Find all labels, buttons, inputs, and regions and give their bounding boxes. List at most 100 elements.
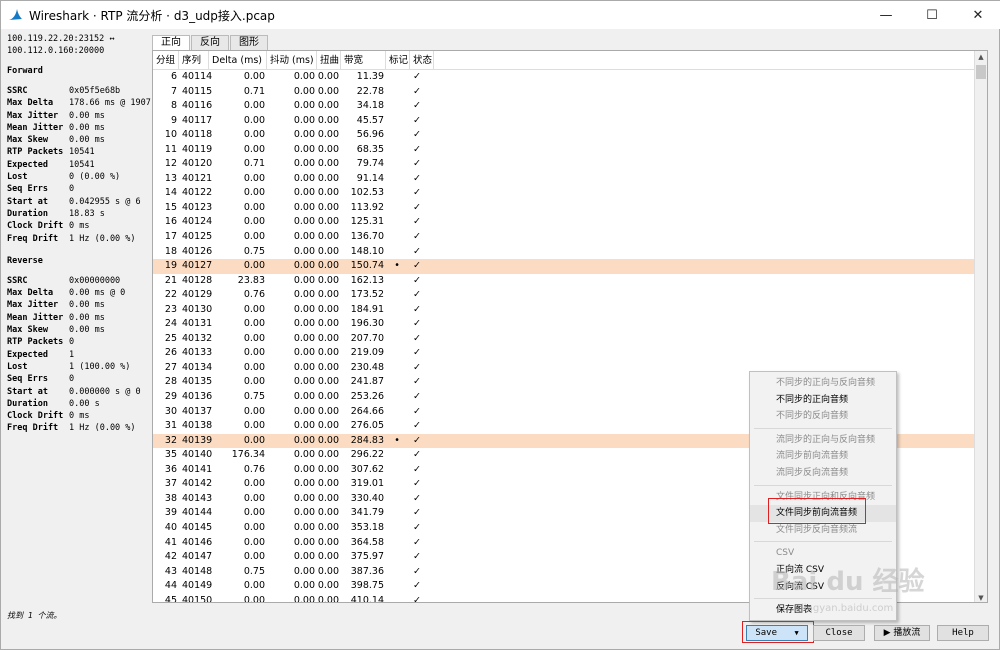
title-bar: Wireshark · RTP 流分析 · d3_udp接入.pcap — ☐ … [1,1,1000,29]
table-row[interactable]: 10 40118 0.00 0.00 0.00 56.96 ✓ [153,128,975,143]
cell-status: ✓ [413,347,421,359]
stat-key: Seq Errs [7,374,48,385]
stat-row: Start at 0.042955 s @ 6 [7,196,152,208]
table-row[interactable]: 6 40114 0.00 0.00 0.00 11.39 ✓ [153,70,975,85]
cell-packet: 17 [164,231,177,243]
table-row[interactable]: 13 40121 0.00 0.00 0.00 91.14 ✓ [153,172,975,187]
table-row[interactable]: 12 40120 0.71 0.00 0.00 79.74 ✓ [153,157,975,172]
table-row[interactable]: 16 40124 0.00 0.00 0.00 125.31 ✓ [153,215,975,230]
cell-bandwidth: 319.01 [350,478,384,490]
tab-forward[interactable]: 正向 [152,35,190,51]
stat-row: SSRC 0x05f5e68b [7,85,152,97]
close-button[interactable]: Close [813,625,865,641]
table-row[interactable]: 18 40126 0.75 0.00 0.00 148.10 ✓ [153,245,975,260]
col-delta[interactable]: Delta (ms) [209,51,267,69]
cell-status: ✓ [413,449,421,461]
table-row[interactable]: 24 40131 0.00 0.00 0.00 196.30 ✓ [153,317,975,332]
cell-packet: 42 [164,551,177,563]
tab-graph[interactable]: 图形 [230,35,268,50]
minimize-button[interactable]: — [863,1,909,29]
table-row[interactable]: 25 40132 0.00 0.00 0.00 207.70 ✓ [153,332,975,347]
stat-row: Start at 0.000000 s @ 0 [7,386,152,398]
col-status[interactable]: 状态 [410,51,434,69]
help-button[interactable]: Help [937,625,989,641]
stat-key: Lost [7,172,28,183]
cell-status: ✓ [413,551,421,563]
scroll-down-icon[interactable]: ▼ [975,592,987,602]
cell-sequence: 40116 [182,100,213,112]
menu-item[interactable]: 不同步的正向音频 [750,392,896,409]
play-stream-button[interactable]: ▶ 播放流 [874,625,930,641]
stat-value: 0 ms [69,411,90,422]
cell-delta: 0.00 [243,100,265,112]
stat-row: Max Skew 0.00 ms [7,324,152,336]
stat-row: Max Delta 0.00 ms @ 0 [7,287,152,299]
cell-jitter: 0.00 [293,361,315,373]
table-row[interactable]: 21 40128 23.83 0.00 0.00 162.13 ✓ [153,274,975,289]
table-row[interactable]: 15 40123 0.00 0.00 0.00 113.92 ✓ [153,201,975,216]
maximize-button[interactable]: ☐ [909,1,955,29]
table-row[interactable]: 8 40116 0.00 0.00 0.00 34.18 ✓ [153,99,975,114]
cell-packet: 31 [164,420,177,432]
cell-marker [386,245,410,260]
cell-sequence: 40131 [182,318,213,330]
stream-endpoint-a: 100.119.22.20:23152 ↔ [7,34,115,44]
table-row[interactable]: 19 40127 0.00 0.00 0.00 150.74 • ✓ [153,259,975,274]
cell-status: ✓ [413,245,421,257]
cell-delta: 0.00 [243,361,265,373]
cell-packet: 13 [164,172,177,184]
table-row[interactable]: 7 40115 0.71 0.00 0.00 22.78 ✓ [153,85,975,100]
cell-packet: 40 [164,521,177,533]
cell-status: ✓ [413,303,421,315]
reverse-heading: Reverse [7,255,43,266]
cell-packet: 21 [164,274,177,286]
cell-skew: 0.00 [317,521,339,533]
stat-value: 1 Hz (0.00 %) [69,233,136,244]
stat-key: RTP Packets [7,337,64,348]
col-packet[interactable]: 分组 [153,51,179,69]
cell-status: ✓ [413,172,421,184]
cell-sequence: 40120 [182,158,213,170]
col-sequence[interactable]: 序列 [179,51,209,69]
cell-delta: 23.83 [237,274,265,286]
cell-jitter: 0.00 [293,318,315,330]
menu-separator [754,541,892,543]
col-bandwidth[interactable]: 带宽 [341,51,386,69]
table-row[interactable]: 23 40130 0.00 0.00 0.00 184.91 ✓ [153,303,975,318]
stat-key: Start at [7,196,48,207]
menu-separator [754,427,892,429]
cell-jitter: 0.00 [293,303,315,315]
cell-sequence: 40114 [182,71,213,82]
scrollbar-thumb[interactable] [976,65,986,79]
table-row[interactable]: 11 40119 0.00 0.00 0.00 68.35 ✓ [153,143,975,158]
cell-sequence: 40136 [182,391,213,403]
table-row[interactable]: 14 40122 0.00 0.00 0.00 102.53 ✓ [153,186,975,201]
stat-value: 1 Hz (0.00 %) [69,423,136,434]
table-row[interactable]: 17 40125 0.00 0.00 0.00 136.70 ✓ [153,230,975,245]
cell-skew: 0.00 [317,492,339,504]
cell-sequence: 40119 [182,143,213,155]
table-row[interactable]: 26 40133 0.00 0.00 0.00 219.09 ✓ [153,346,975,361]
cell-sequence: 40148 [182,565,213,577]
cell-skew: 0.00 [317,580,339,592]
cell-bandwidth: 219.09 [350,347,384,359]
col-skew[interactable]: 扭曲 [317,51,341,69]
tab-reverse[interactable]: 反向 [191,35,229,50]
col-jitter[interactable]: 抖动 (ms) [267,51,317,69]
cell-marker: • [394,260,400,272]
stat-value: 0 (0.00 %) [69,172,121,183]
vertical-scrollbar[interactable]: ▲ ▼ [974,51,987,602]
cell-jitter: 0.00 [293,434,315,446]
cell-delta: 0.00 [243,114,265,126]
cell-delta: 0.00 [243,201,265,213]
cell-marker [386,565,410,580]
table-row[interactable]: 22 40129 0.76 0.00 0.00 173.52 ✓ [153,288,975,303]
cell-bandwidth: 11.39 [356,71,384,82]
cell-bandwidth: 34.18 [356,100,384,112]
col-marker[interactable]: 标记 [386,51,410,69]
cell-skew: 0.00 [317,172,339,184]
close-window-button[interactable]: ✕ [955,1,1000,29]
table-row[interactable]: 9 40117 0.00 0.00 0.00 45.57 ✓ [153,114,975,129]
stat-value: 0 [69,184,75,195]
scroll-up-icon[interactable]: ▲ [975,51,987,63]
